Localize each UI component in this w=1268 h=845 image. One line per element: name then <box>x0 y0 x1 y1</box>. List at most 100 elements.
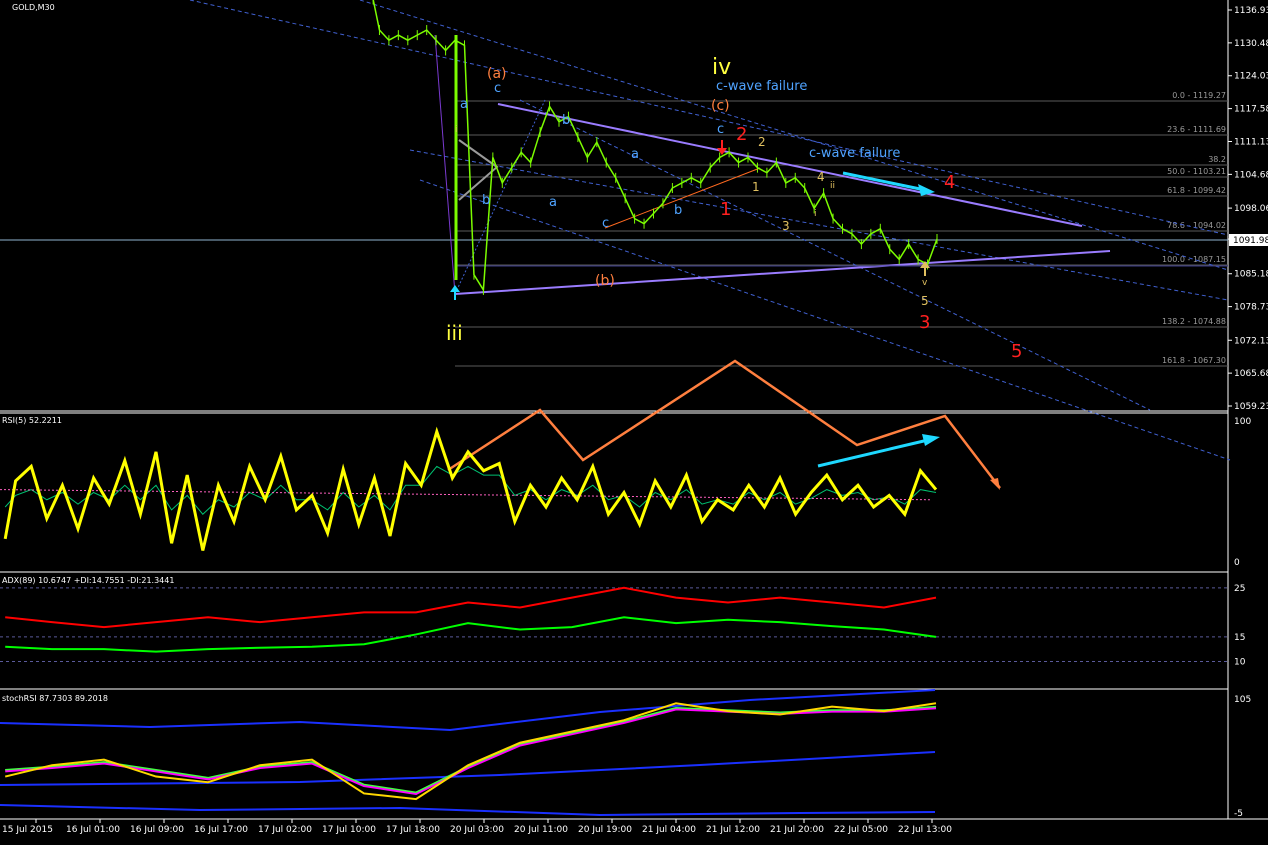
lower-trendline <box>454 250 1111 295</box>
down-arrow-icon <box>717 140 727 155</box>
fib-label: 100.0 - 1087.15 <box>1162 255 1226 264</box>
c-wave-failure-label: c-wave failure <box>716 79 807 94</box>
x-tick-label: 15 Jul 2015 <box>2 825 53 835</box>
chart-window: { "chart_data": [ { "type": "line", "pan… <box>0 0 1268 845</box>
wave-label-c: c <box>494 81 501 96</box>
x-tick-label: 17 Jul 10:00 <box>322 825 376 835</box>
rsi-tick-label: 0 <box>1234 558 1240 568</box>
wave-label-v: v <box>922 278 928 288</box>
wave-label-5: 5 <box>921 294 929 308</box>
wave-line <box>434 34 456 295</box>
adx-tick-label: 25 <box>1234 584 1245 594</box>
fib-label: 0.0 - 1119.27 <box>1172 91 1226 100</box>
rsi-title: RSI(5) 52.2211 <box>2 416 62 425</box>
c-wave-failure-label: c-wave failure <box>809 146 900 161</box>
wave-label-ii: ii <box>830 181 835 191</box>
y-tick-label: 1098.06 <box>1234 204 1268 214</box>
wave-label-i: i <box>455 125 458 135</box>
wave-label-2: 2 <box>736 124 747 145</box>
wave-label-a: a <box>460 97 468 112</box>
wave-label-3: 3 <box>782 219 790 233</box>
x-tick-label: 22 Jul 05:00 <box>834 825 888 835</box>
rsi-panel <box>0 426 938 551</box>
channel-line <box>189 0 1229 236</box>
y-tick-label: 1085.18 <box>1234 270 1268 280</box>
cyan-rsi-arrow <box>817 438 929 468</box>
y-tick-label: 1072.13 <box>1234 336 1268 346</box>
adx-tick-label: 10 <box>1234 657 1246 667</box>
y-tick-label: 1130.48 <box>1234 39 1268 49</box>
stoch-band-upper <box>0 689 936 732</box>
y-tick-label: 1111.13 <box>1234 137 1268 147</box>
adx-panel <box>0 586 1228 662</box>
wave-label-1: 1 <box>720 199 731 220</box>
x-tick-label: 16 Jul 17:00 <box>194 825 248 835</box>
rsi-line <box>3 426 938 551</box>
stoch-d-line <box>5 706 937 796</box>
stoch-tick-label: 105 <box>1234 695 1251 705</box>
x-tick-label: 17 Jul 02:00 <box>258 825 312 835</box>
rsi-signal-line <box>4 465 937 515</box>
orange-arrow-head-icon <box>990 478 1000 490</box>
x-tick-label: 16 Jul 09:00 <box>130 825 184 835</box>
stoch-band-lower <box>0 804 936 817</box>
stoch-title: stochRSI 87.7303 89.2018 <box>2 694 108 703</box>
rsi-tick-label: 100 <box>1234 417 1251 427</box>
wave-label-4: 4 <box>944 172 955 193</box>
y-tick-label: 1059.23 <box>1234 402 1268 412</box>
orange-zigzag-arrow <box>447 359 1001 489</box>
fib-label: 78.6 - 1094.02 <box>1167 221 1226 230</box>
wave-label-c: c <box>602 216 609 231</box>
fib-label: 23.6 - 1111.69 <box>1167 125 1226 134</box>
y-tick-label: 1104.68 <box>1234 170 1268 180</box>
y-tick-label: 1065.68 <box>1234 369 1268 379</box>
wave-label-iii: iii <box>446 321 463 345</box>
wave-label-4: 4 <box>817 170 825 184</box>
y-tick-label: 1136.93 <box>1234 6 1268 16</box>
wave-label-a-paren: (a) <box>487 66 507 82</box>
stoch-panel <box>0 689 937 817</box>
stoch-signal-line <box>5 705 937 794</box>
adx-title: ADX(89) 10.6747 +DI:14.7551 -DI:21.3441 <box>2 576 174 585</box>
minus-di-line <box>5 586 937 629</box>
up-arrow-icon <box>450 285 460 300</box>
x-tick-label: 16 Jul 01:00 <box>66 825 120 835</box>
cyan-arrow-line <box>842 171 926 192</box>
y-tick-label: 1078.73 <box>1234 303 1268 313</box>
x-tick-label: 17 Jul 18:00 <box>386 825 440 835</box>
wave-label-a: a <box>631 147 639 162</box>
wave-label-iv: iv <box>712 55 731 80</box>
x-tick-label: 22 Jul 13:00 <box>898 825 952 835</box>
wave-label-b: b <box>562 113 570 128</box>
wave-label-3: 3 <box>919 312 930 333</box>
wave-label-b-paren: (b) <box>595 273 615 289</box>
cyan-arrow-head-icon <box>922 434 940 446</box>
price-line <box>372 0 938 293</box>
x-tick-label: 20 Jul 03:00 <box>450 825 504 835</box>
wave-label-a: a <box>549 195 557 210</box>
fib-label: 50.0 - 1103.21 <box>1167 167 1226 176</box>
wave-label-i: i <box>814 209 817 219</box>
fib-label: 138.2 - 1074.88 <box>1162 317 1226 326</box>
panel-frames <box>0 0 1268 820</box>
fib-label: 61.8 - 1099.42 <box>1167 186 1226 195</box>
price-overlays: 0.0 - 1119.27 23.6 - 1111.69 38.2 50.0 - 11… <box>0 0 1231 461</box>
price-annotations: iiiiv(a)(b)(c)c-wave failurec-wave failu… <box>446 55 1022 490</box>
wave-label-1: 1 <box>752 180 760 194</box>
wave-label-c: c <box>717 122 724 137</box>
x-tick-label: 20 Jul 11:00 <box>514 825 568 835</box>
fib-label: 38.2 <box>1208 155 1226 164</box>
x-axis: 15 Jul 2015 16 Jul 01:00 16 Jul 09:00 16 Ju… <box>2 819 952 835</box>
x-tick-label: 21 Jul 20:00 <box>770 825 824 835</box>
y-tick-label: 1117.58 <box>1234 105 1268 115</box>
y-tick-label: 1124.03 <box>1234 72 1268 82</box>
stoch-tick-label: -5 <box>1234 809 1243 819</box>
adx-tick-label: 15 <box>1234 633 1245 643</box>
x-tick-label: 21 Jul 04:00 <box>642 825 696 835</box>
stoch-k-line <box>4 702 937 801</box>
channel-line <box>419 179 1231 461</box>
x-tick-label: 20 Jul 19:00 <box>578 825 632 835</box>
wave-label-b: b <box>482 193 490 208</box>
rsi-ma-line <box>0 489 931 501</box>
wave-label-b: b <box>674 203 682 218</box>
